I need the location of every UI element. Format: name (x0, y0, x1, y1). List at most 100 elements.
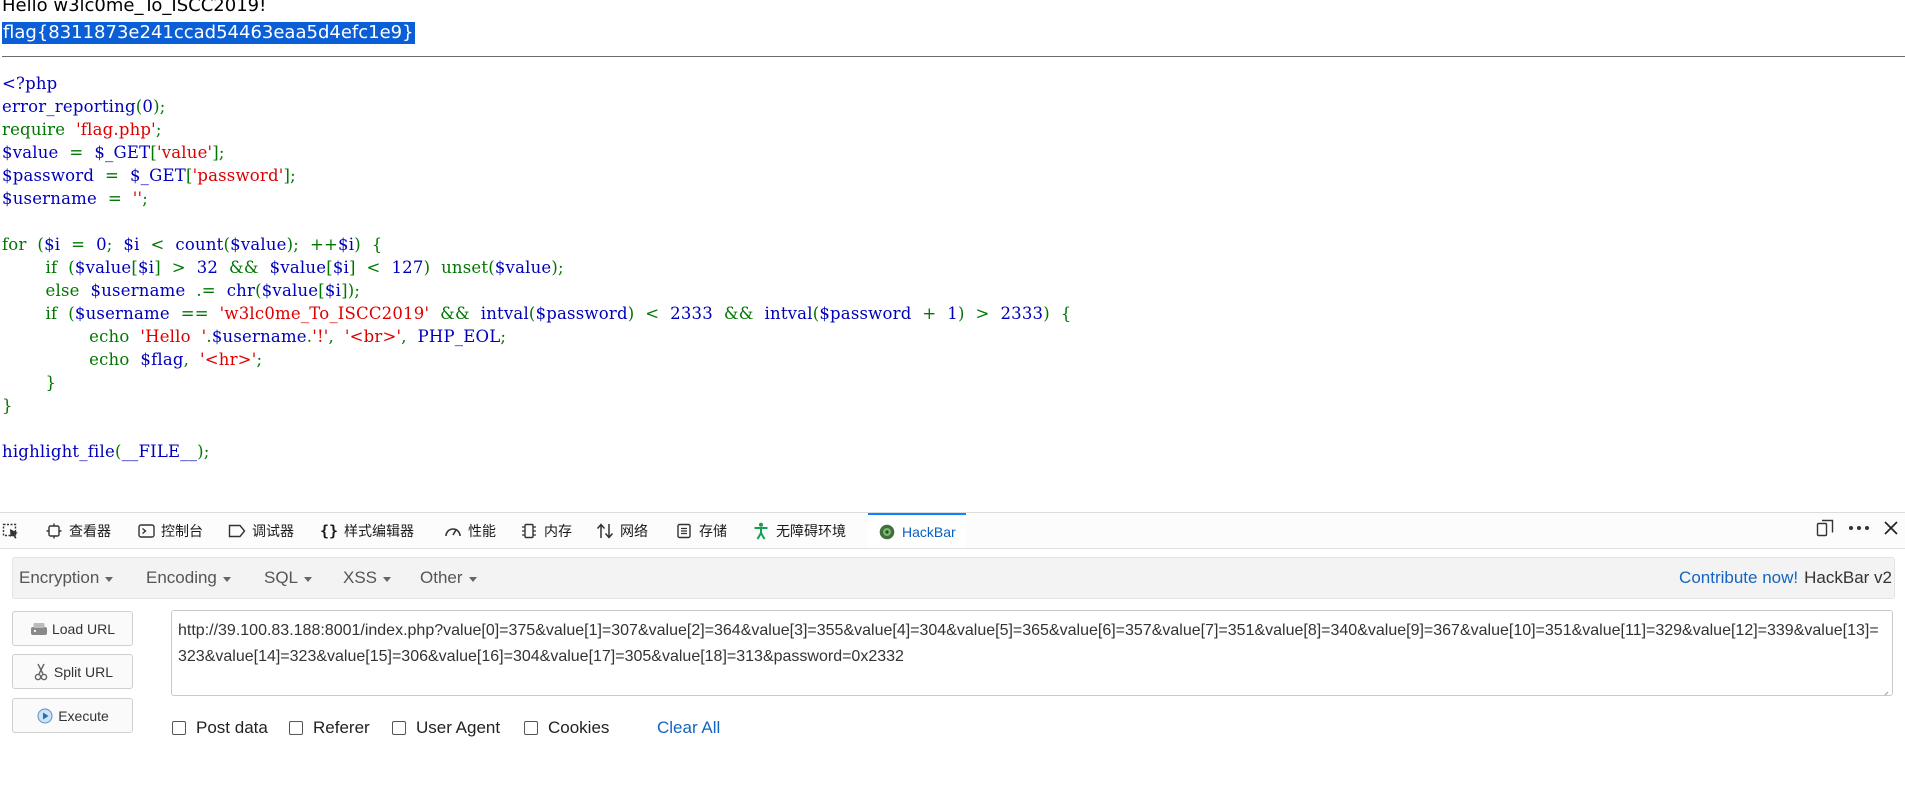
code-token: , (328, 327, 345, 346)
code-token: ( (114, 442, 122, 461)
user-agent-checkbox[interactable]: User Agent (392, 716, 500, 740)
caret-down-icon (105, 576, 114, 582)
checkbox-box[interactable] (392, 721, 406, 735)
code-token: $value (494, 258, 552, 277)
code-token: 2333 (1000, 304, 1044, 323)
code-token: , (183, 350, 200, 369)
tab-hackbar[interactable]: HackBar (868, 513, 966, 548)
code-token: chr (226, 281, 256, 300)
flag-output: flag{8311873e241ccad54463eaa5d4efc1e9} (2, 22, 415, 44)
code-token: ); (197, 442, 210, 461)
resize-grip-icon[interactable] (1879, 682, 1889, 695)
code-token: error_reporting (2, 97, 136, 116)
code-line: <?php (2, 74, 57, 93)
code-token: 32 (196, 258, 229, 277)
contribute-link[interactable]: Contribute now! (1679, 568, 1798, 588)
code-token: PHP_EOL (417, 327, 501, 346)
code-token: .= (196, 281, 227, 300)
checkbox-box[interactable] (172, 721, 186, 735)
tab-inspector[interactable]: 查看器 (45, 513, 111, 548)
code-token: $value (2, 143, 70, 162)
code-token: $password (819, 304, 923, 323)
post-data-checkbox[interactable]: Post data (172, 716, 268, 740)
code-token: unset (441, 258, 489, 277)
tab-label: 性能 (468, 522, 496, 539)
code-token: 'w3lc0me_To_ISCC2019' (219, 304, 441, 323)
code-line: if ($username == 'w3lc0me_To_ISCC2019' &… (2, 304, 1072, 323)
code-token: for ( (2, 235, 45, 254)
option-label: Post data (196, 718, 268, 737)
more-options-button[interactable] (1848, 513, 1870, 548)
option-label: User Agent (416, 718, 501, 737)
code-token: && (723, 304, 765, 323)
code-line: $username = ''; (2, 189, 148, 208)
debugger-icon (228, 522, 246, 540)
url-textarea[interactable]: http://39.100.83.188:8001/index.php?valu… (171, 610, 1893, 696)
tab-network[interactable]: 网络 (596, 513, 648, 548)
inspector-icon (45, 522, 63, 540)
code-token: ); (153, 97, 166, 116)
picker-icon (2, 522, 20, 540)
menu-encoding[interactable]: Encoding (146, 558, 231, 598)
more-icon (1848, 519, 1870, 542)
menu-encryption[interactable]: Encryption (19, 558, 114, 598)
checkbox-box[interactable] (524, 721, 538, 735)
code-token: count (175, 235, 224, 254)
close-icon (1883, 520, 1899, 541)
menu-other[interactable]: Other (420, 558, 477, 598)
execute-button[interactable]: Execute (12, 698, 133, 733)
menu-label: Encryption (19, 568, 100, 587)
load-url-button[interactable]: Load URL (12, 611, 133, 646)
menu-label: Encoding (146, 568, 217, 587)
code-token: [ (185, 166, 193, 185)
tab-performance[interactable]: 性能 (444, 513, 496, 548)
menu-xss[interactable]: XSS (343, 558, 392, 598)
tab-console[interactable]: 控制台 (137, 513, 203, 548)
code-token: ] < (349, 258, 392, 277)
code-token: $password (2, 166, 106, 185)
code-token: $value (74, 258, 132, 277)
code-token: $value (261, 281, 319, 300)
code-token: $username (74, 304, 181, 323)
network-icon (596, 522, 614, 540)
cookies-checkbox[interactable]: Cookies (524, 716, 609, 740)
dock-side-button[interactable] (1816, 513, 1834, 548)
code-token: $flag (140, 350, 184, 369)
checkbox-box[interactable] (289, 721, 303, 735)
code-token: = (105, 166, 130, 185)
clear-all-link[interactable]: Clear All (657, 716, 720, 740)
tab-accessibility[interactable]: 无障碍环境 (752, 513, 846, 548)
code-token: ; (256, 350, 263, 369)
close-devtools-button[interactable] (1883, 513, 1899, 548)
code-token: ; (155, 120, 162, 139)
code-line: echo 'Hello '.$username.'!', '<br>', PHP… (2, 327, 506, 346)
code-token: 127 (391, 258, 424, 277)
caret-down-icon (304, 576, 313, 582)
tab-label: HackBar (902, 523, 956, 540)
page-content: Hello w3lc0me_To_ISCC2019! flag{8311873e… (0, 0, 1905, 512)
tab-label: 样式编辑器 (344, 522, 414, 539)
code-token: $_GET (129, 166, 186, 185)
referer-checkbox[interactable]: Referer (289, 716, 370, 740)
code-token: $value (230, 235, 287, 254)
code-token: && (228, 258, 270, 277)
tab-style-editor[interactable]: {} 样式编辑器 (320, 513, 414, 548)
tab-storage[interactable]: 存储 (675, 513, 727, 548)
caret-down-icon (468, 576, 477, 582)
split-url-button[interactable]: Split URL (12, 654, 133, 689)
code-token: echo (2, 350, 141, 369)
code-token: , (401, 327, 418, 346)
memory-icon (520, 522, 538, 540)
code-token: == (180, 304, 220, 323)
tab-memory[interactable]: 内存 (520, 513, 572, 548)
code-token: '' (132, 189, 143, 208)
code-token: } (2, 396, 13, 415)
tab-label: 存储 (699, 522, 727, 539)
code-token: intval (480, 304, 529, 323)
menu-sql[interactable]: SQL (264, 558, 313, 598)
tab-debugger[interactable]: 调试器 (228, 513, 294, 548)
caret-down-icon (383, 576, 392, 582)
hackbar-icon (878, 523, 896, 541)
element-picker-button[interactable] (2, 513, 28, 548)
code-token: ]); (341, 281, 361, 300)
